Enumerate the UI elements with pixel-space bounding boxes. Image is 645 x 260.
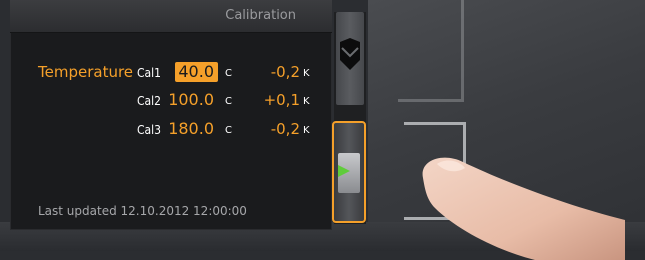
scroll-active-area[interactable] — [332, 121, 366, 223]
cal-value[interactable]: 180.0 — [158, 119, 214, 138]
cal-label: Cal3 — [136, 123, 161, 137]
calibration-panel: Calibration Temperature Cal1 40.0 C -0,2… — [10, 0, 332, 230]
calibration-row-3[interactable]: Cal3 180.0 C -0,2 K — [10, 119, 332, 141]
scroll-up-button[interactable] — [336, 12, 364, 105]
last-updated-text: Last updated 12.10.2012 12:00:00 — [38, 204, 247, 218]
cal-value[interactable]: 40.0 — [158, 62, 214, 81]
device-frame-upper — [398, 0, 464, 102]
cal-value[interactable]: 100.0 — [158, 90, 214, 109]
cal-unit: C — [225, 68, 232, 79]
offset-unit: K — [303, 96, 310, 107]
scroll-thumb[interactable] — [338, 153, 360, 193]
cal-unit: C — [225, 125, 232, 136]
offset-unit: K — [303, 125, 310, 136]
cal-label: Cal1 — [136, 66, 161, 80]
chevron-down-icon — [340, 38, 360, 70]
arrow-right-icon — [338, 165, 350, 177]
cal-offset: -0,2 — [270, 120, 300, 138]
offset-unit: K — [303, 68, 310, 79]
panel-title: Calibration — [225, 8, 296, 23]
cal-offset: -0,2 — [270, 63, 300, 81]
cal-unit: C — [225, 96, 232, 107]
calibration-row-2[interactable]: Cal2 100.0 C +0,1 K — [10, 90, 332, 112]
calibration-row-1[interactable]: Temperature Cal1 40.0 C -0,2 K — [10, 62, 332, 84]
finger-pointer-icon — [422, 157, 625, 260]
cal-offset: +0,1 — [263, 91, 300, 109]
cal-label: Cal2 — [136, 94, 161, 108]
panel-header: Calibration — [10, 0, 332, 33]
